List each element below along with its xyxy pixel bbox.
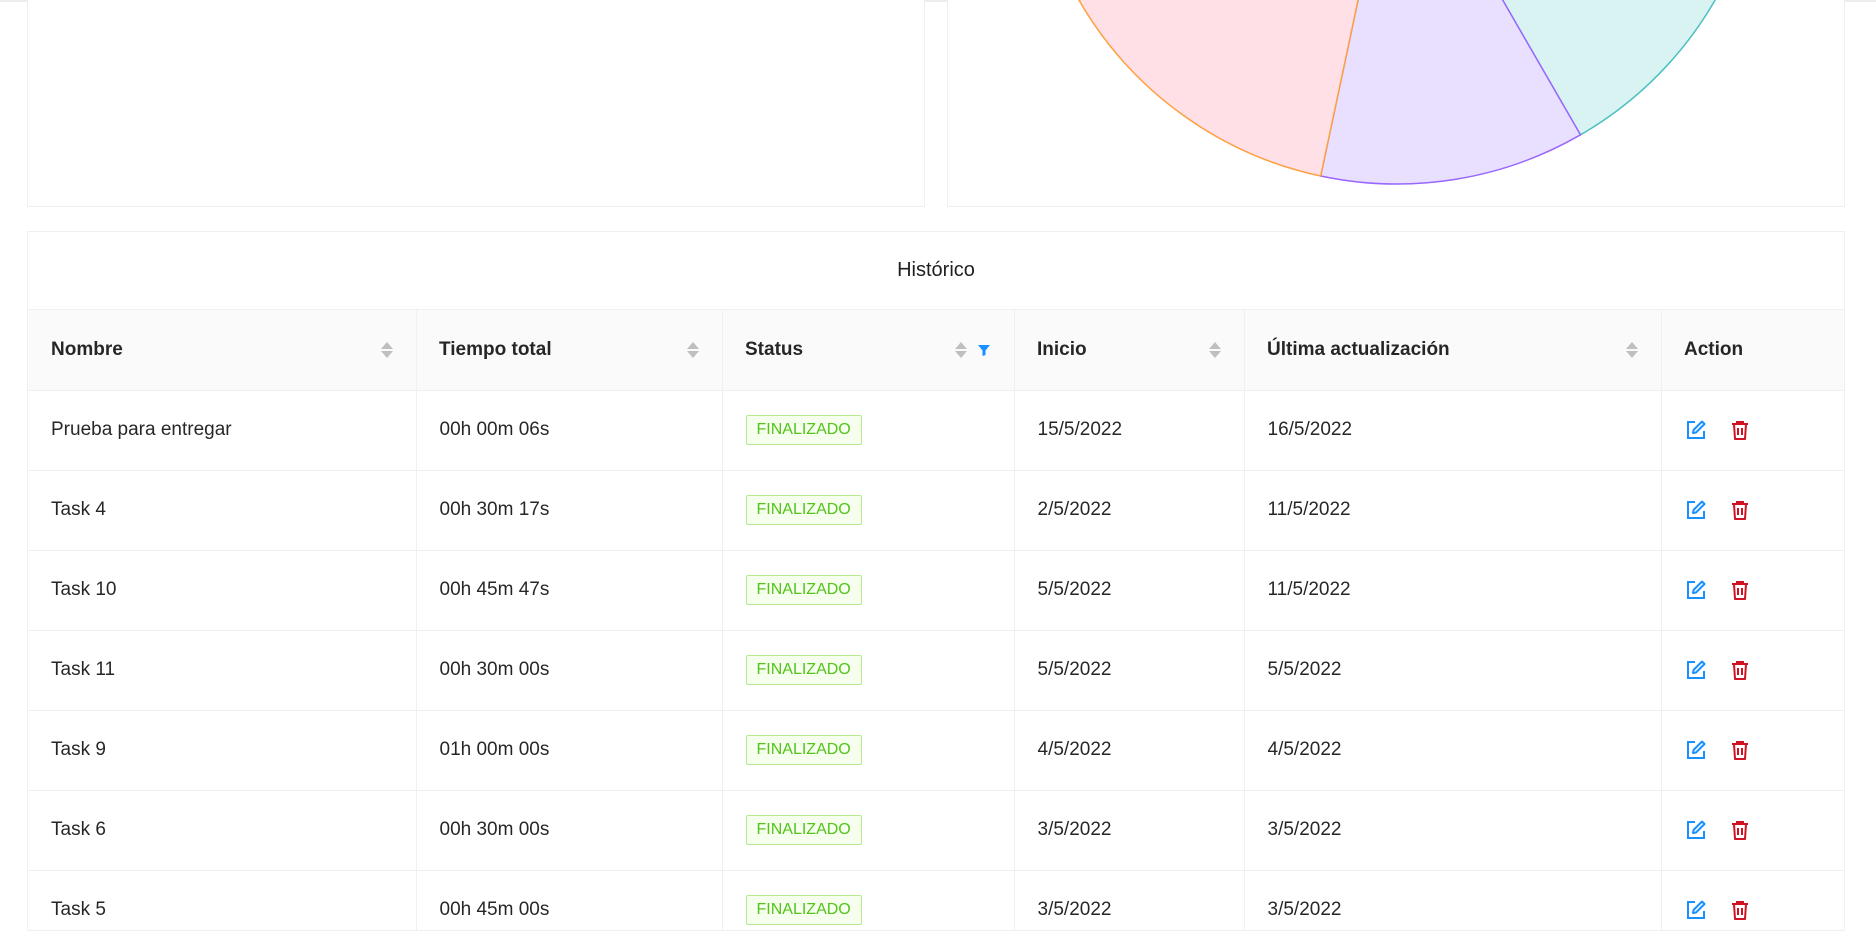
start-date-cell: 5/5/2022 bbox=[1013, 630, 1244, 711]
edit-icon[interactable] bbox=[1685, 739, 1707, 761]
status-badge: FINALIZADO bbox=[745, 495, 862, 525]
column-header-label: Tiempo total bbox=[439, 338, 552, 360]
status-cell: FINALIZADO bbox=[721, 630, 1014, 711]
column-header[interactable]: Última actualización bbox=[1244, 310, 1661, 391]
column-header-label: Status bbox=[745, 338, 804, 360]
delete-icon[interactable] bbox=[1729, 819, 1751, 841]
status-badge: FINALIZADO bbox=[745, 415, 862, 445]
last-update-cell: 5/5/2022 bbox=[1243, 630, 1661, 711]
edit-icon[interactable] bbox=[1685, 659, 1707, 681]
start-date-cell: 2/5/2022 bbox=[1013, 470, 1244, 551]
total-time-cell: 00h 30m 00s bbox=[415, 790, 722, 871]
total-time-cell: 01h 00m 00s bbox=[415, 710, 722, 791]
total-time-cell: 00h 45m 47s bbox=[415, 550, 722, 631]
status-badge: FINALIZADO bbox=[745, 575, 862, 605]
column-header[interactable]: Tiempo total bbox=[416, 310, 722, 391]
start-date-cell: 3/5/2022 bbox=[1013, 870, 1244, 930]
total-time-cell: 00h 45m 00s bbox=[415, 870, 722, 930]
task-name-cell: Prueba para entregar bbox=[28, 390, 416, 471]
task-name-cell: Task 10 bbox=[28, 550, 416, 631]
sort-icon[interactable] bbox=[955, 341, 967, 358]
last-update-cell: 3/5/2022 bbox=[1243, 870, 1661, 930]
status-cell: FINALIZADO bbox=[721, 710, 1014, 791]
sort-icon[interactable] bbox=[687, 341, 699, 358]
start-date-cell: 4/5/2022 bbox=[1013, 710, 1244, 791]
historico-title: Histórico bbox=[28, 232, 1844, 310]
last-update-cell: 11/5/2022 bbox=[1243, 550, 1661, 631]
column-header-label: Última actualización bbox=[1267, 338, 1450, 360]
table-row: Task 9 01h 00m 00s FINALIZADO 4/5/2022 4/5/2… bbox=[28, 710, 1844, 791]
table-row: Task 5 00h 45m 00s FINALIZADO 3/5/2022 3/5/2… bbox=[28, 870, 1844, 930]
table-row: Task 10 00h 45m 47s FINALIZADO 5/5/2022 11/5… bbox=[28, 550, 1844, 631]
total-time-cell: 00h 30m 17s bbox=[415, 470, 722, 551]
start-date-cell: 15/5/2022 bbox=[1013, 390, 1244, 471]
status-cell: FINALIZADO bbox=[721, 390, 1014, 471]
status-cell: FINALIZADO bbox=[721, 550, 1014, 631]
delete-icon[interactable] bbox=[1729, 419, 1751, 441]
task-name-cell: Task 11 bbox=[28, 630, 416, 711]
table-row: Task 6 00h 30m 00s FINALIZADO 3/5/2022 3/5/2… bbox=[28, 790, 1844, 871]
total-time-cell: 00h 00m 06s bbox=[415, 390, 722, 471]
last-update-cell: 3/5/2022 bbox=[1243, 790, 1661, 871]
last-update-cell: 11/5/2022 bbox=[1243, 470, 1661, 551]
column-header-label: Action bbox=[1684, 338, 1744, 360]
edit-icon[interactable] bbox=[1685, 419, 1707, 441]
column-header[interactable]: Status bbox=[722, 310, 1014, 391]
action-cell bbox=[1660, 790, 1844, 871]
historico-card: Histórico Nombre Tiempo total Status Inicio… bbox=[27, 231, 1845, 931]
status-cell: FINALIZADO bbox=[721, 470, 1014, 551]
edit-icon[interactable] bbox=[1685, 579, 1707, 601]
action-cell bbox=[1660, 710, 1844, 791]
start-date-cell: 5/5/2022 bbox=[1013, 550, 1244, 631]
table-body: Prueba para entregar 00h 00m 06s FINALIZAD… bbox=[28, 390, 1844, 930]
delete-icon[interactable] bbox=[1729, 579, 1751, 601]
delete-icon[interactable] bbox=[1729, 659, 1751, 681]
last-update-cell: 4/5/2022 bbox=[1243, 710, 1661, 791]
action-cell bbox=[1660, 390, 1844, 471]
status-badge: FINALIZADO bbox=[745, 895, 862, 925]
column-header-label: Inicio bbox=[1037, 338, 1087, 360]
total-time-cell: 00h 30m 00s bbox=[415, 630, 722, 711]
pie-chart bbox=[1078, 0, 1716, 185]
task-name-cell: Task 4 bbox=[28, 470, 416, 551]
column-header[interactable]: Inicio bbox=[1014, 310, 1244, 391]
sort-icon[interactable] bbox=[381, 341, 393, 358]
column-header[interactable]: Nombre bbox=[28, 310, 416, 391]
task-name-cell: Task 5 bbox=[28, 870, 416, 930]
start-date-cell: 3/5/2022 bbox=[1013, 790, 1244, 871]
chart-card-left bbox=[27, 0, 925, 207]
table-row: Task 4 00h 30m 17s FINALIZADO 2/5/2022 11/5/… bbox=[28, 470, 1844, 551]
sort-icon[interactable] bbox=[1209, 341, 1221, 358]
task-name-cell: Task 6 bbox=[28, 790, 416, 871]
action-cell bbox=[1660, 470, 1844, 551]
status-badge: FINALIZADO bbox=[745, 815, 862, 845]
pie-chart-card bbox=[947, 0, 1845, 207]
last-update-cell: 16/5/2022 bbox=[1243, 390, 1661, 471]
action-cell bbox=[1660, 630, 1844, 711]
status-badge: FINALIZADO bbox=[745, 735, 862, 765]
delete-icon[interactable] bbox=[1729, 499, 1751, 521]
table-row: Prueba para entregar 00h 00m 06s FINALIZAD… bbox=[28, 390, 1844, 471]
edit-icon[interactable] bbox=[1685, 819, 1707, 841]
table-row: Task 11 00h 30m 00s FINALIZADO 5/5/2022 5/5/… bbox=[28, 630, 1844, 711]
historico-table: Nombre Tiempo total Status Inicio Última act… bbox=[28, 310, 1844, 930]
column-header: Action bbox=[1661, 310, 1844, 391]
table-header-row: Nombre Tiempo total Status Inicio Última act… bbox=[28, 310, 1844, 391]
column-header-label: Nombre bbox=[51, 338, 123, 360]
status-badge: FINALIZADO bbox=[745, 655, 862, 685]
task-name-cell: Task 9 bbox=[28, 710, 416, 791]
delete-icon[interactable] bbox=[1729, 739, 1751, 761]
status-cell: FINALIZADO bbox=[721, 790, 1014, 871]
sort-icon[interactable] bbox=[1626, 341, 1638, 358]
filter-icon[interactable] bbox=[977, 343, 991, 357]
edit-icon[interactable] bbox=[1685, 499, 1707, 521]
status-cell: FINALIZADO bbox=[721, 870, 1014, 930]
action-cell bbox=[1660, 870, 1844, 930]
action-cell bbox=[1660, 550, 1844, 631]
